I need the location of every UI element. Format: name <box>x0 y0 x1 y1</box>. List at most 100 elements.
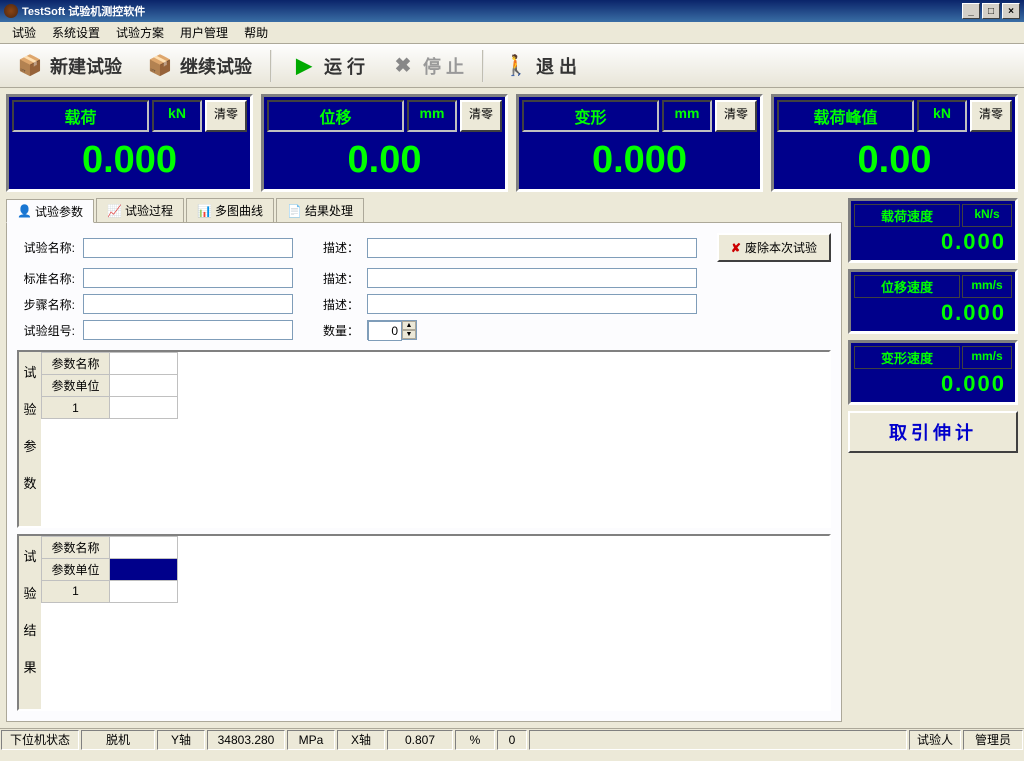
x-icon: ✘ <box>731 241 741 255</box>
result-param-name-header: 参数名称 <box>42 536 110 558</box>
display-peak-load-label: 载荷峰值 <box>777 100 914 132</box>
test-params-grid: 试验参数 参数名称 参数单位 1 <box>17 350 831 528</box>
stop-icon: ✖ <box>389 52 417 80</box>
test-name-input[interactable] <box>83 238 293 258</box>
menu-bar: 试验 系统设置 试验方案 用户管理 帮助 <box>0 22 1024 44</box>
speed-deformation-unit: mm/s <box>962 346 1012 369</box>
tabs: 👤试验参数 📈试验过程 📊多图曲线 📄结果处理 <box>6 198 842 222</box>
result-row-1-header: 1 <box>42 580 110 602</box>
status-connection: 脱机 <box>81 730 155 750</box>
group-no-label: 试验组号: <box>17 322 75 339</box>
window-title: TestSoft 试验机测控软件 <box>22 3 145 19</box>
display-displacement-value: 0.00 <box>267 134 502 186</box>
tab-test-process[interactable]: 📈试验过程 <box>96 198 184 222</box>
param-unit-header: 参数单位 <box>42 375 110 397</box>
display-peak-load-value: 0.00 <box>777 134 1012 186</box>
std-name-input[interactable] <box>83 268 293 288</box>
person-icon: 👤 <box>17 204 31 218</box>
speed-displacement-value: 0.000 <box>854 298 1012 328</box>
menu-test[interactable]: 试验 <box>4 22 44 43</box>
param-name-cell[interactable] <box>110 353 178 375</box>
desc3-label: 描述： <box>301 296 359 313</box>
menu-user-management[interactable]: 用户管理 <box>172 22 236 43</box>
display-displacement-zero-button[interactable]: 清零 <box>460 100 502 132</box>
qty-up[interactable]: ▲ <box>402 321 416 330</box>
qty-label: 数量： <box>301 322 359 339</box>
chart-red-icon: 📈 <box>107 204 121 218</box>
tab-content: 试验名称: 描述： ✘废除本次试验 标准名称: 描述： 步骤名称: 描述： 试 <box>6 222 842 722</box>
result-param-name-cell[interactable] <box>110 536 178 558</box>
status-extra: 0 <box>497 730 527 750</box>
qty-input[interactable] <box>368 321 402 341</box>
result-row-1-cell[interactable] <box>110 580 178 602</box>
test-results-grid: 试验结果 参数名称 参数单位 1 <box>17 534 831 712</box>
app-icon <box>4 4 18 18</box>
group-no-input[interactable] <box>83 320 293 340</box>
desc1-input[interactable] <box>367 238 697 258</box>
status-xaxis-unit: % <box>455 730 495 750</box>
maximize-button[interactable]: □ <box>982 3 1000 19</box>
display-peak-load: 载荷峰值 kN 清零 0.00 <box>771 94 1018 192</box>
minimize-button[interactable]: _ <box>962 3 980 19</box>
tab-test-params[interactable]: 👤试验参数 <box>6 199 94 223</box>
status-bar: 下位机状态 脱机 Y轴 34803.280 MPa X轴 0.807 % 0 试… <box>0 728 1024 750</box>
status-xaxis-label: X轴 <box>337 730 385 750</box>
status-yaxis-label: Y轴 <box>157 730 205 750</box>
display-displacement: 位移 mm 清零 0.00 <box>261 94 508 192</box>
result-param-unit-cell[interactable] <box>110 558 178 580</box>
display-peak-load-unit: kN <box>917 100 967 132</box>
menu-help[interactable]: 帮助 <box>236 22 276 43</box>
display-peak-load-zero-button[interactable]: 清零 <box>970 100 1012 132</box>
qty-stepper[interactable]: ▲▼ <box>367 320 417 340</box>
result-param-unit-header: 参数单位 <box>42 558 110 580</box>
test-results-vertical-label: 试验结果 <box>19 536 41 710</box>
close-button[interactable]: × <box>1002 3 1020 19</box>
extensometer-button[interactable]: 取引伸计 <box>848 411 1018 453</box>
test-params-vertical-label: 试验参数 <box>19 352 41 526</box>
exit-icon: 🚶 <box>502 52 530 80</box>
row-1-cell[interactable] <box>110 397 178 419</box>
results-table[interactable]: 参数名称 参数单位 1 <box>41 536 178 603</box>
speed-load-unit: kN/s <box>962 204 1012 227</box>
step-name-label: 步骤名称: <box>17 296 75 313</box>
menu-system-settings[interactable]: 系统设置 <box>44 22 108 43</box>
new-test-button[interactable]: 📦 新建试验 <box>6 48 132 84</box>
play-icon: ▶ <box>290 52 318 80</box>
display-displacement-unit: mm <box>407 100 457 132</box>
display-deformation-zero-button[interactable]: 清零 <box>715 100 757 132</box>
new-test-icon: 📦 <box>16 52 44 80</box>
param-unit-cell[interactable] <box>110 375 178 397</box>
qty-down[interactable]: ▼ <box>402 330 416 339</box>
speed-deformation: 变形速度 mm/s 0.000 <box>848 340 1018 405</box>
display-load: 载荷 kN 清零 0.000 <box>6 94 253 192</box>
display-deformation-value: 0.000 <box>522 134 757 186</box>
speed-displacement-unit: mm/s <box>962 275 1012 298</box>
status-tester-label: 试验人 <box>909 730 961 750</box>
continue-test-icon: 📦 <box>146 52 174 80</box>
status-yaxis-value: 34803.280 <box>207 730 285 750</box>
test-name-label: 试验名称: <box>17 239 75 256</box>
tab-multi-curve[interactable]: 📊多图曲线 <box>186 198 274 222</box>
continue-test-button[interactable]: 📦 继续试验 <box>136 48 262 84</box>
stop-button[interactable]: ✖ 停 止 <box>379 48 474 84</box>
speed-load: 载荷速度 kN/s 0.000 <box>848 198 1018 263</box>
desc2-input[interactable] <box>367 268 697 288</box>
exit-button[interactable]: 🚶 退 出 <box>492 48 587 84</box>
title-bar: TestSoft 试验机测控软件 _ □ × <box>0 0 1024 22</box>
desc3-input[interactable] <box>367 294 697 314</box>
display-load-unit: kN <box>152 100 202 132</box>
params-table[interactable]: 参数名称 参数单位 1 <box>41 352 178 419</box>
status-xaxis-value: 0.807 <box>387 730 453 750</box>
status-machine-label: 下位机状态 <box>1 730 79 750</box>
menu-test-plan[interactable]: 试验方案 <box>108 22 172 43</box>
display-deformation-label: 变形 <box>522 100 659 132</box>
step-name-input[interactable] <box>83 294 293 314</box>
display-load-label: 载荷 <box>12 100 149 132</box>
speed-load-label: 载荷速度 <box>854 204 960 227</box>
chart-multi-icon: 📊 <box>197 204 211 218</box>
discard-test-button[interactable]: ✘废除本次试验 <box>717 233 831 262</box>
speed-load-value: 0.000 <box>854 227 1012 257</box>
tab-result-process[interactable]: 📄结果处理 <box>276 198 364 222</box>
run-button[interactable]: ▶ 运 行 <box>280 48 375 84</box>
display-load-zero-button[interactable]: 清零 <box>205 100 247 132</box>
